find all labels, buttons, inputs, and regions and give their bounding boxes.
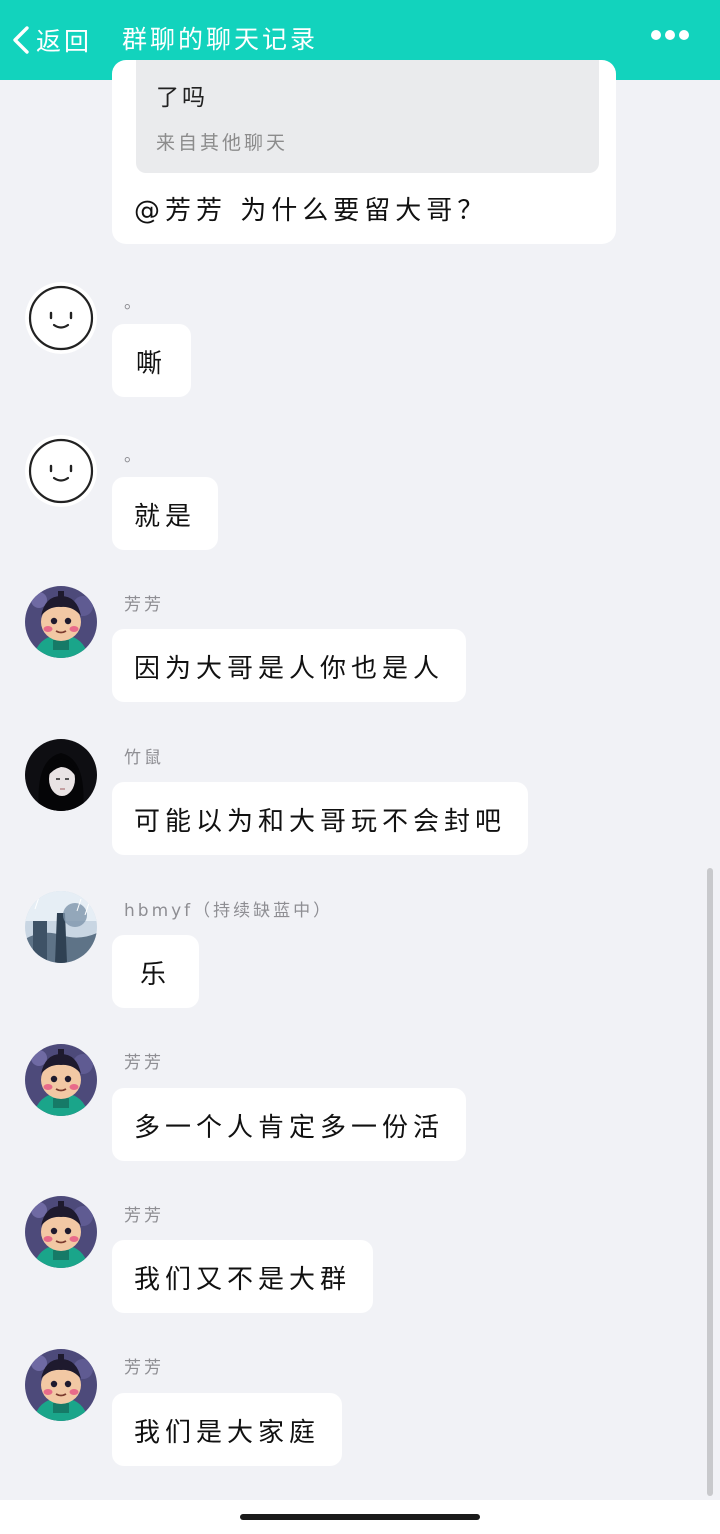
sender-name: 芳芳 bbox=[124, 1358, 164, 1378]
sender-name: hbmyf（持续缺蓝中） bbox=[124, 901, 334, 921]
cartoon-boy-avatar-icon bbox=[25, 1349, 97, 1421]
smiley-face-avatar-icon bbox=[25, 282, 97, 354]
scrollbar[interactable] bbox=[707, 868, 713, 1496]
message-bubble[interactable]: 因为大哥是人你也是人 bbox=[112, 629, 467, 702]
avatar[interactable] bbox=[25, 739, 97, 811]
sender-name: 芳芳 bbox=[124, 1053, 164, 1073]
chevron-left-icon bbox=[13, 26, 29, 54]
quoted-source: 来自其他聊天 bbox=[156, 132, 289, 154]
back-label: 返回 bbox=[36, 27, 93, 56]
avatar[interactable] bbox=[25, 435, 97, 507]
avatar[interactable] bbox=[25, 891, 97, 963]
message-text: 我们又不是大群 bbox=[134, 1265, 352, 1295]
message-text: 乐 bbox=[140, 960, 172, 990]
avatar[interactable] bbox=[25, 1196, 97, 1268]
rainy-scene-avatar-icon bbox=[25, 891, 97, 963]
message-text: 多一个人肯定多一份活 bbox=[134, 1113, 445, 1143]
reply-text: @芳芳 为什么要留大哥？ bbox=[134, 196, 489, 226]
message-bubble[interactable]: 可能以为和大哥玩不会封吧 bbox=[112, 782, 529, 855]
avatar[interactable] bbox=[25, 1044, 97, 1116]
message-bubble[interactable]: 多一个人肯定多一份活 bbox=[112, 1088, 467, 1161]
cartoon-boy-avatar-icon bbox=[25, 1196, 97, 1268]
message-text: 嘶 bbox=[136, 349, 168, 379]
avatar[interactable] bbox=[25, 282, 97, 354]
avatar[interactable] bbox=[25, 586, 97, 658]
sender-name: 。 bbox=[124, 293, 144, 313]
sender-name: 竹鼠 bbox=[124, 748, 164, 768]
message-bubble[interactable]: 嘶 bbox=[112, 324, 192, 397]
message-bubble[interactable]: 就是 bbox=[112, 477, 219, 550]
home-bar-area bbox=[0, 1500, 720, 1534]
message-bubble[interactable]: 乐 bbox=[112, 935, 200, 1008]
cartoon-boy-avatar-icon bbox=[25, 586, 97, 658]
more-dots-icon bbox=[651, 30, 689, 40]
dark-hair-girl-avatar-icon bbox=[25, 739, 97, 811]
quoted-text: 了吗 bbox=[156, 85, 208, 111]
message-text: 我们是大家庭 bbox=[134, 1418, 321, 1448]
quoted-message-card[interactable]: 了吗 来自其他聊天 @芳芳 为什么要留大哥？ bbox=[112, 60, 616, 244]
sender-name: 芳芳 bbox=[124, 1206, 164, 1226]
home-indicator[interactable] bbox=[240, 1514, 480, 1520]
message-bubble[interactable]: 我们是大家庭 bbox=[112, 1393, 343, 1466]
smiley-face-avatar-icon bbox=[25, 435, 97, 507]
page-title: 群聊的聊天记录 bbox=[122, 25, 319, 54]
more-button[interactable] bbox=[640, 20, 700, 50]
message-text: 因为大哥是人你也是人 bbox=[134, 654, 445, 684]
message-text: 可能以为和大哥玩不会封吧 bbox=[134, 807, 507, 837]
sender-name: 芳芳 bbox=[124, 595, 164, 615]
back-button[interactable]: 返回 bbox=[8, 18, 92, 62]
avatar[interactable] bbox=[25, 1349, 97, 1421]
quoted-message[interactable]: 了吗 来自其他聊天 bbox=[136, 60, 599, 173]
message-bubble[interactable]: 我们又不是大群 bbox=[112, 1240, 374, 1313]
message-text: 就是 bbox=[134, 502, 197, 532]
cartoon-boy-avatar-icon bbox=[25, 1044, 97, 1116]
sender-name: 。 bbox=[124, 446, 144, 466]
